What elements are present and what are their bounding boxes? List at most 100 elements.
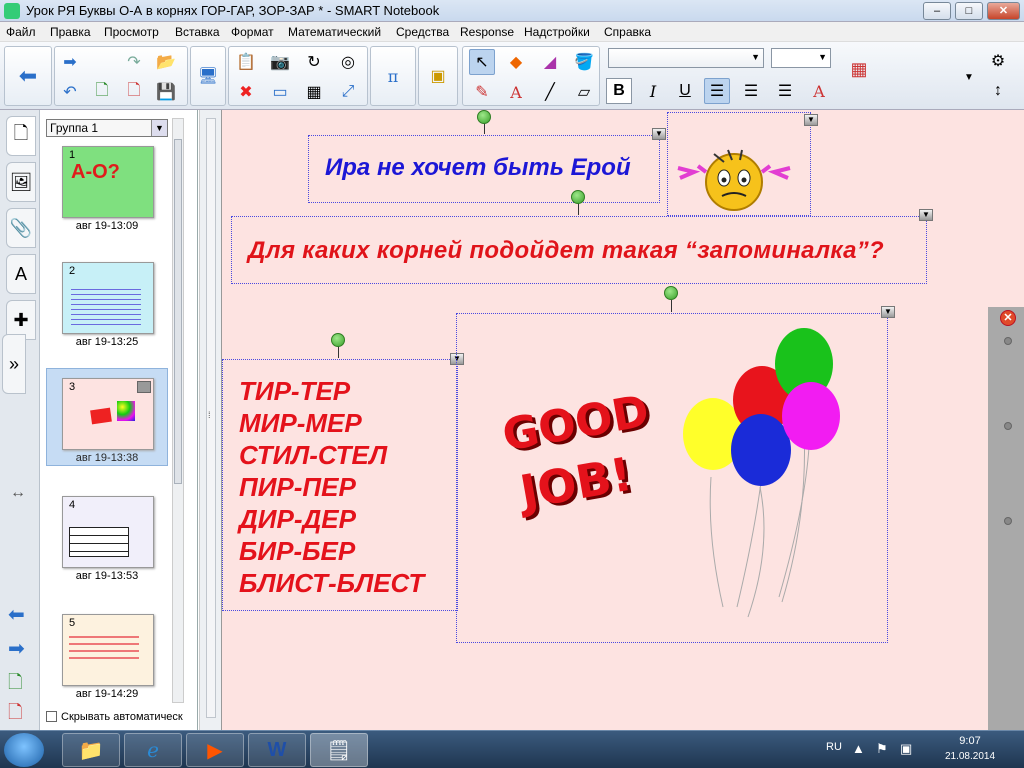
align-left-icon[interactable]: ☰ xyxy=(704,78,730,104)
eraser-block-icon[interactable]: ▱ xyxy=(571,79,597,105)
text-tool-icon[interactable]: A xyxy=(503,79,529,105)
screen-capture-icon[interactable]: 📷 xyxy=(267,49,293,75)
resize-panel-icon[interactable]: ↔ xyxy=(10,484,26,502)
strip-dot[interactable] xyxy=(1004,517,1012,525)
delete-page-icon[interactable]: 🗋 xyxy=(8,700,22,730)
color-palette-icon[interactable]: ▦ xyxy=(846,56,872,82)
close-button[interactable]: ✕ xyxy=(987,2,1020,20)
page-sorter-tab-icon[interactable]: 🗋 xyxy=(6,116,36,156)
media-player-icon[interactable]: ▶ xyxy=(186,733,244,767)
table-icon[interactable]: ▦ xyxy=(301,79,327,105)
shapes-icon[interactable]: ◆ xyxy=(503,49,529,75)
save-icon[interactable]: 💾 xyxy=(153,79,179,105)
pens-icon[interactable]: ✎ xyxy=(469,79,495,105)
attachments-tab-icon[interactable]: 📎 xyxy=(6,208,36,248)
gallery-tab-icon[interactable]: 🖼 xyxy=(6,162,36,202)
checkbox-icon[interactable] xyxy=(46,711,57,722)
menu-file[interactable]: Файл xyxy=(6,25,36,39)
forward-arrow-icon[interactable]: ➡ xyxy=(57,49,83,75)
screen-shade-icon[interactable]: ▭ xyxy=(267,79,293,105)
properties-tab-icon[interactable]: A xyxy=(6,254,36,294)
image-object-menu-icon[interactable]: ▼ xyxy=(881,306,895,318)
internet-explorer-icon[interactable]: ℯ xyxy=(124,733,182,767)
next-page-arrow-icon[interactable]: ➡ xyxy=(8,636,25,661)
screen-share-icon[interactable]: 🖥 xyxy=(195,63,221,89)
back-arrow-icon[interactable]: ⬅ xyxy=(15,63,41,89)
smiley-object-menu-icon[interactable]: ▼ xyxy=(804,114,818,126)
question-object-menu-icon[interactable]: ▼ xyxy=(919,209,933,221)
italic-button[interactable]: I xyxy=(640,78,666,104)
underline-button[interactable]: U xyxy=(672,78,698,104)
show-hidden-icons-icon[interactable]: ▲ xyxy=(852,741,865,756)
page-thumbnail-5[interactable]: 5 xyxy=(62,614,154,686)
toolbar-overflow-icon[interactable]: ▼ xyxy=(956,64,982,90)
flag-icon[interactable]: ⚑ xyxy=(876,741,888,757)
add-page-icon[interactable]: 🗋 xyxy=(8,670,22,700)
network-icon[interactable]: ▣ xyxy=(900,741,912,757)
divider-grip-icon[interactable]: ⁞ xyxy=(208,410,211,420)
menu-tools[interactable]: Средства xyxy=(396,25,449,39)
image-rotate-handle[interactable] xyxy=(664,286,678,300)
menu-math[interactable]: Математический xyxy=(288,25,381,39)
strip-dot[interactable] xyxy=(1004,337,1012,345)
panel-divider[interactable]: ⁞ xyxy=(199,110,221,730)
close-strip-icon[interactable]: ✕ xyxy=(1000,310,1016,326)
auto-hide-checkbox[interactable]: Скрывать автоматическ xyxy=(46,711,183,723)
question-textbox[interactable]: Для каких корней подойдет такая “запомин… xyxy=(231,216,927,284)
paste-icon[interactable]: 📋 xyxy=(233,49,259,75)
explorer-icon[interactable]: 📁 xyxy=(62,733,120,767)
measure-tools-icon[interactable]: ◎ xyxy=(335,49,361,75)
group-select[interactable]: Группа 1 ▼ xyxy=(46,119,168,137)
font-size-select[interactable]: ▼ xyxy=(771,48,831,68)
menu-view[interactable]: Просмотр xyxy=(104,25,159,39)
hint-textbox[interactable]: Ира не хочет быть Ерой xyxy=(308,135,660,203)
pi-icon[interactable]: π xyxy=(380,63,406,89)
page-thumbnail-4[interactable]: 4 xyxy=(62,496,154,568)
align-right-icon[interactable]: ☰ xyxy=(772,78,798,104)
redo-icon[interactable]: ↷ xyxy=(121,49,147,75)
line-tool-icon[interactable]: ╱ xyxy=(537,79,563,105)
document-camera-icon[interactable]: ↻ xyxy=(301,49,327,75)
scrollbar-thumb[interactable] xyxy=(174,139,182,484)
maximize-button[interactable]: □ xyxy=(955,2,983,20)
notebook-page[interactable]: Ира не хочет быть Ерой ▼ ▼ Для каких кор… xyxy=(221,110,1024,730)
delete-page-icon[interactable]: 🗋 xyxy=(121,79,147,105)
move-toolbar-icon[interactable]: ↕ xyxy=(985,78,1011,104)
menu-addons[interactable]: Надстройки xyxy=(524,25,590,39)
menu-insert[interactable]: Вставка xyxy=(175,25,220,39)
start-button[interactable] xyxy=(4,733,44,767)
select-tool-icon[interactable]: ↖ xyxy=(469,49,495,75)
question-rotate-handle[interactable] xyxy=(571,190,585,204)
menu-response[interactable]: Response xyxy=(460,25,514,39)
menu-format[interactable]: Формат xyxy=(231,25,274,39)
page-thumbnail-1[interactable]: 1 А-О? xyxy=(62,146,154,218)
word-icon[interactable]: W xyxy=(248,733,306,767)
menu-edit[interactable]: Правка xyxy=(50,25,91,39)
menu-help[interactable]: Справка xyxy=(604,25,651,39)
gallery-icon[interactable]: ▣ xyxy=(425,63,451,89)
add-page-icon[interactable]: 🗋 xyxy=(89,79,115,105)
sorter-scrollbar[interactable] xyxy=(172,118,184,703)
page-thumbnail-2[interactable]: 2 xyxy=(62,262,154,334)
fill-icon[interactable]: 🪣 xyxy=(571,49,597,75)
thumbnail-menu-icon[interactable] xyxy=(137,381,151,393)
clock-time[interactable]: 9:07 xyxy=(940,735,1000,747)
clock-date[interactable]: 21.08.2014 xyxy=(930,751,1010,762)
text-effects-icon[interactable]: A xyxy=(806,78,832,104)
pairs-rotate-handle[interactable] xyxy=(331,333,345,347)
open-folder-icon[interactable]: 📂 xyxy=(153,49,179,75)
fullscreen-icon[interactable]: ⤢ xyxy=(335,79,361,105)
delete-icon[interactable]: ✖ xyxy=(233,79,259,105)
font-select[interactable]: ▼ xyxy=(608,48,764,68)
align-center-icon[interactable]: ☰ xyxy=(738,78,764,104)
page-thumbnail-3[interactable]: 3 xyxy=(62,378,154,450)
previous-page-arrow-icon[interactable]: ⬅ xyxy=(8,602,25,627)
language-indicator[interactable]: RU xyxy=(826,741,842,753)
strip-dot[interactable] xyxy=(1004,422,1012,430)
collapse-panel-icon[interactable]: » xyxy=(2,334,26,394)
bold-button[interactable]: B xyxy=(606,78,632,104)
hint-rotate-handle[interactable] xyxy=(477,110,491,124)
hint-object-menu-icon[interactable]: ▼ xyxy=(652,128,666,140)
smart-notebook-taskbar-icon[interactable]: 🗒 xyxy=(310,733,368,767)
settings-gear-icon[interactable]: ⚙ xyxy=(985,48,1011,74)
